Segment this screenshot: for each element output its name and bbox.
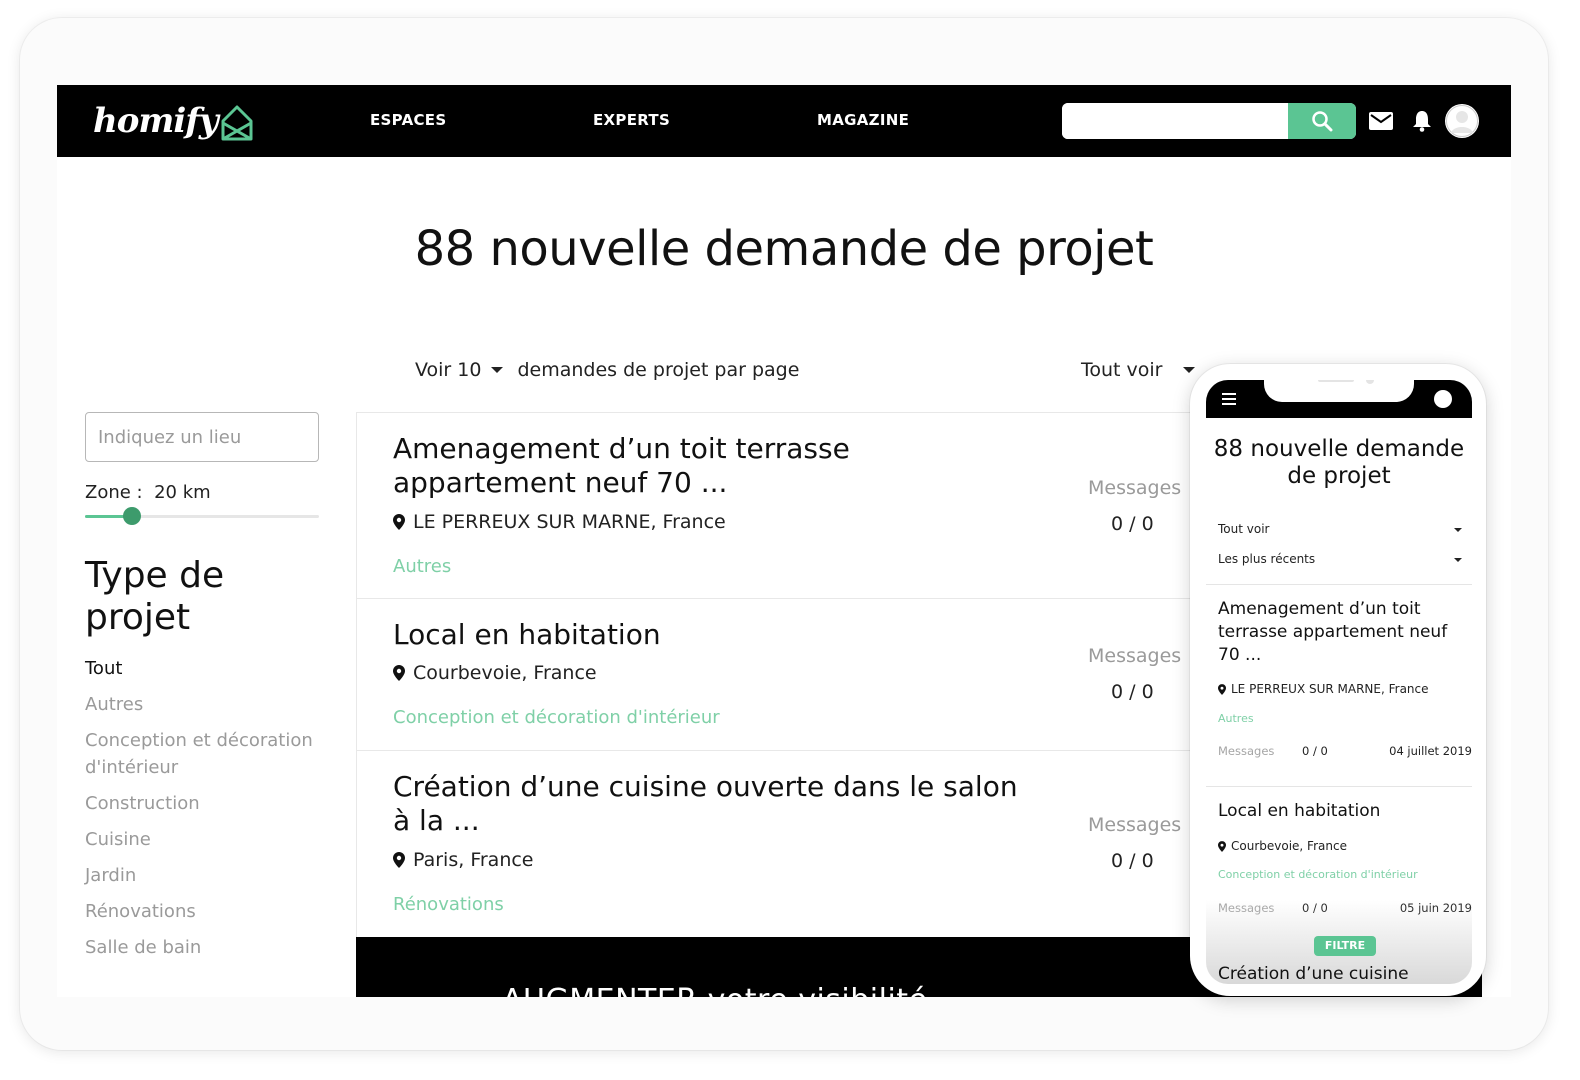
mobile-project-location-text: Courbevoie, France [1231, 839, 1347, 853]
zone-value: 20 km [154, 482, 211, 503]
homify-logo[interactable]: homify [93, 97, 254, 145]
messages-count: 0 / 0 [1302, 744, 1328, 758]
mobile-project-category[interactable]: Autres [1218, 712, 1254, 725]
mobile-filter-select-value: Tout voir [1218, 522, 1270, 536]
type-filter-conception[interactable]: Conception et décoration d'intérieur [85, 727, 325, 781]
messages-label: Messages [1218, 744, 1275, 758]
project-category[interactable]: Rénovations [393, 894, 504, 915]
filter-select-value: Tout voir [1081, 359, 1163, 381]
mobile-filter-select[interactable]: Tout voir [1218, 522, 1462, 536]
caret-down-icon [1454, 528, 1462, 532]
mobile-project-title[interactable]: Amenagement d’un toit terrasse apparteme… [1218, 598, 1468, 667]
project-category[interactable]: Conception et décoration d'intérieur [393, 707, 720, 728]
page-title: 88 nouvelle demande de projet [414, 221, 1154, 277]
project-type-heading: Type de projet [85, 555, 225, 638]
caret-down-icon [1454, 558, 1462, 562]
project-card[interactable]: Amenagement d’un toit terrasse apparteme… [356, 412, 1196, 599]
project-category[interactable]: Autres [393, 556, 451, 577]
mobile-page-title: 88 nouvelle demande de projet [1213, 436, 1465, 489]
project-title: Local en habitation [393, 618, 661, 651]
search-icon [1312, 111, 1333, 132]
mobile-project-location-text: LE PERREUX SUR MARNE, France [1231, 682, 1429, 696]
mobile-project-category[interactable]: Conception et décoration d'intérieur [1218, 868, 1418, 881]
zone-label-text: Zone : [85, 482, 143, 503]
type-filter-construction[interactable]: Construction [85, 790, 325, 817]
nav-link-espaces[interactable]: ESPACES [370, 111, 446, 129]
house-logo-icon [221, 105, 253, 141]
project-location-text: Courbevoie, France [413, 662, 597, 684]
messages-count: 0 / 0 [1111, 513, 1154, 535]
project-location: Paris, France [393, 849, 534, 871]
mobile-filter-button[interactable]: FILTRE [1314, 936, 1376, 956]
promo-text: AUGMENTER votre visibilité [502, 983, 928, 997]
project-location: LE PERREUX SUR MARNE, France [393, 511, 726, 533]
search-input[interactable] [1062, 103, 1286, 139]
type-filter-cuisine[interactable]: Cuisine [85, 826, 325, 853]
mobile-project-title-peek[interactable]: Création d’une cuisine [1218, 964, 1409, 984]
logo-text: homify [93, 101, 219, 141]
user-avatar[interactable] [1445, 104, 1479, 138]
type-filter-salle-de-bain[interactable]: Salle de bain [85, 934, 325, 961]
type-filter-autres[interactable]: Autres [85, 691, 325, 718]
top-navbar: homify ESPACES EXPERTS MAGAZINE [57, 85, 1511, 157]
messages-count: 0 / 0 [1111, 681, 1154, 703]
project-location-text: LE PERREUX SUR MARNE, France [413, 511, 726, 533]
messages-label: Messages [1088, 477, 1182, 499]
divider [1206, 584, 1472, 585]
phone-screen: 88 nouvelle demande de projet Tout voir … [1206, 380, 1472, 984]
phone-mockup: 88 nouvelle demande de projet Tout voir … [1190, 364, 1486, 996]
project-title: Amenagement d’un toit terrasse apparteme… [393, 432, 850, 499]
user-icon [1446, 105, 1478, 137]
zone-label: Zone : 20 km [85, 482, 211, 503]
messages-count: 0 / 0 [1302, 901, 1328, 915]
nav-link-experts[interactable]: EXPERTS [593, 111, 670, 129]
location-pin-icon [393, 852, 405, 868]
mobile-project-title[interactable]: Local en habitation [1218, 800, 1468, 823]
mobile-sort-select-value: Les plus récents [1218, 552, 1316, 566]
nav-link-magazine[interactable]: MAGAZINE [817, 111, 909, 129]
location-pin-icon [393, 514, 405, 530]
bell-icon[interactable] [1412, 110, 1432, 132]
phone-notch [1264, 380, 1414, 402]
hamburger-menu-icon[interactable] [1222, 393, 1236, 408]
messages-label: Messages [1088, 814, 1182, 836]
project-date: 04 juillet 2019 [1389, 744, 1472, 758]
search-bar [1062, 103, 1356, 139]
per-page-value: Voir 10 [415, 359, 482, 381]
location-pin-icon [1218, 840, 1226, 852]
messages-label: Messages [1218, 901, 1275, 915]
project-date: 05 juin 2019 [1399, 901, 1472, 915]
filter-select[interactable]: Tout voir [1081, 359, 1195, 381]
caret-down-icon [1182, 367, 1195, 373]
mobile-project-location: LE PERREUX SUR MARNE, France [1218, 682, 1429, 696]
mobile-sort-select[interactable]: Les plus récents [1218, 552, 1462, 566]
per-page-label: demandes de projet par page [517, 359, 800, 381]
per-page-select[interactable]: Voir 10 [415, 359, 504, 381]
project-type-list: Tout Autres Conception et décoration d'i… [85, 655, 325, 970]
divider [1206, 786, 1472, 787]
project-card[interactable]: Création d’une cuisine ouverte dans le s… [356, 750, 1196, 938]
mobile-project-location: Courbevoie, France [1218, 839, 1347, 853]
project-title: Création d’une cuisine ouverte dans le s… [393, 770, 1018, 837]
mobile-user-avatar[interactable] [1434, 390, 1452, 408]
search-button[interactable] [1288, 103, 1356, 139]
type-filter-renovations[interactable]: Rénovations [85, 898, 325, 925]
project-location: Courbevoie, France [393, 662, 597, 684]
type-filter-tout[interactable]: Tout [85, 655, 325, 682]
project-location-text: Paris, France [413, 849, 534, 871]
type-filter-jardin[interactable]: Jardin [85, 862, 325, 889]
location-pin-icon [1218, 683, 1226, 695]
mobile-navbar [1206, 380, 1472, 418]
messages-label: Messages [1088, 645, 1182, 667]
messages-count: 0 / 0 [1111, 850, 1154, 872]
per-page-control: Voir 10 demandes de projet par page [415, 359, 799, 381]
location-input[interactable] [85, 412, 319, 462]
location-pin-icon [393, 665, 405, 681]
caret-down-icon [491, 367, 504, 373]
project-card[interactable]: Local en habitation Courbevoie, France C… [356, 598, 1196, 751]
zone-slider[interactable] [85, 507, 319, 525]
mail-icon[interactable] [1369, 112, 1393, 130]
slider-thumb[interactable] [122, 507, 141, 525]
